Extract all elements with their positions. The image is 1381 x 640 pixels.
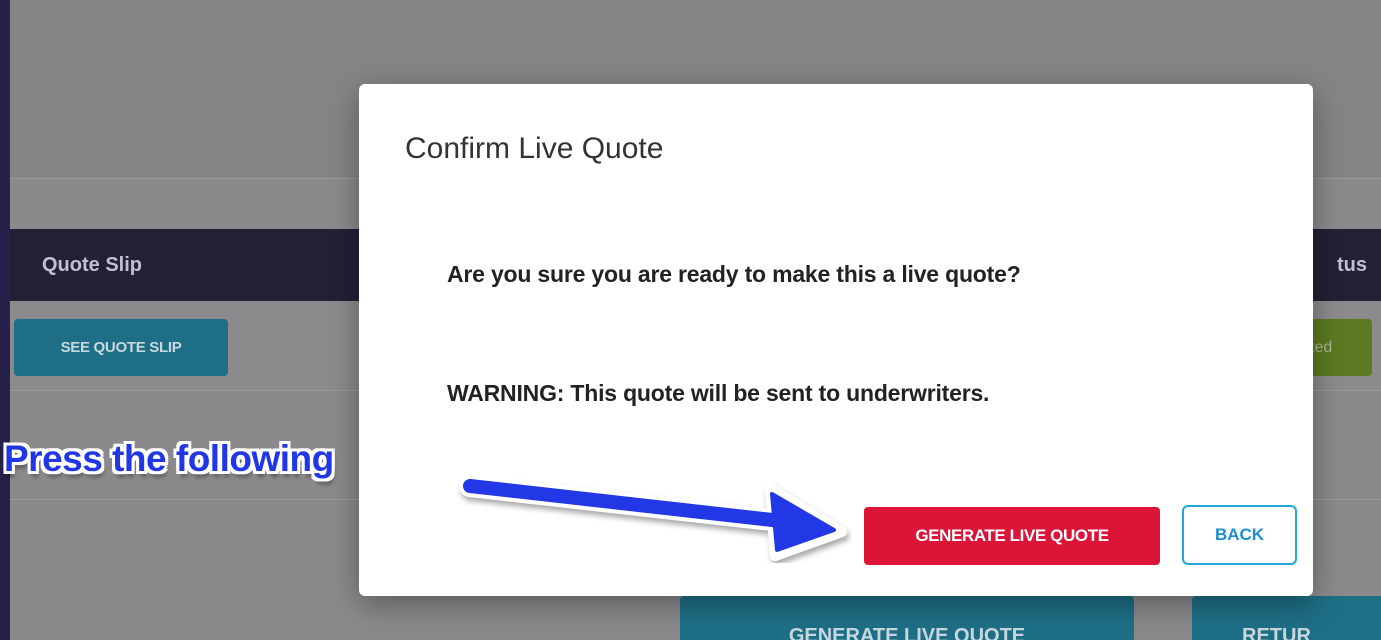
column-header-status: tus [1337,254,1367,276]
return-button[interactable]: RETUR [1192,596,1381,640]
confirm-live-quote-dialog: Confirm Live Quote Are you sure you are … [359,84,1313,596]
annotation-callout-text: Press the following [4,438,334,479]
generate-live-quote-button[interactable]: GENERATE LIVE QUOTE [864,507,1160,565]
generate-live-quote-page-button[interactable]: GENERATE LIVE QUOTE [680,596,1134,640]
dialog-title: Confirm Live Quote [405,132,664,165]
dialog-question-text: Are you sure you are ready to make this … [447,261,1021,287]
column-header-quote-slip: Quote Slip [42,254,142,276]
back-button[interactable]: BACK [1182,505,1297,565]
see-quote-slip-button[interactable]: SEE QUOTE SLIP [14,319,228,376]
dialog-warning-text: WARNING: This quote will be sent to unde… [447,380,990,406]
